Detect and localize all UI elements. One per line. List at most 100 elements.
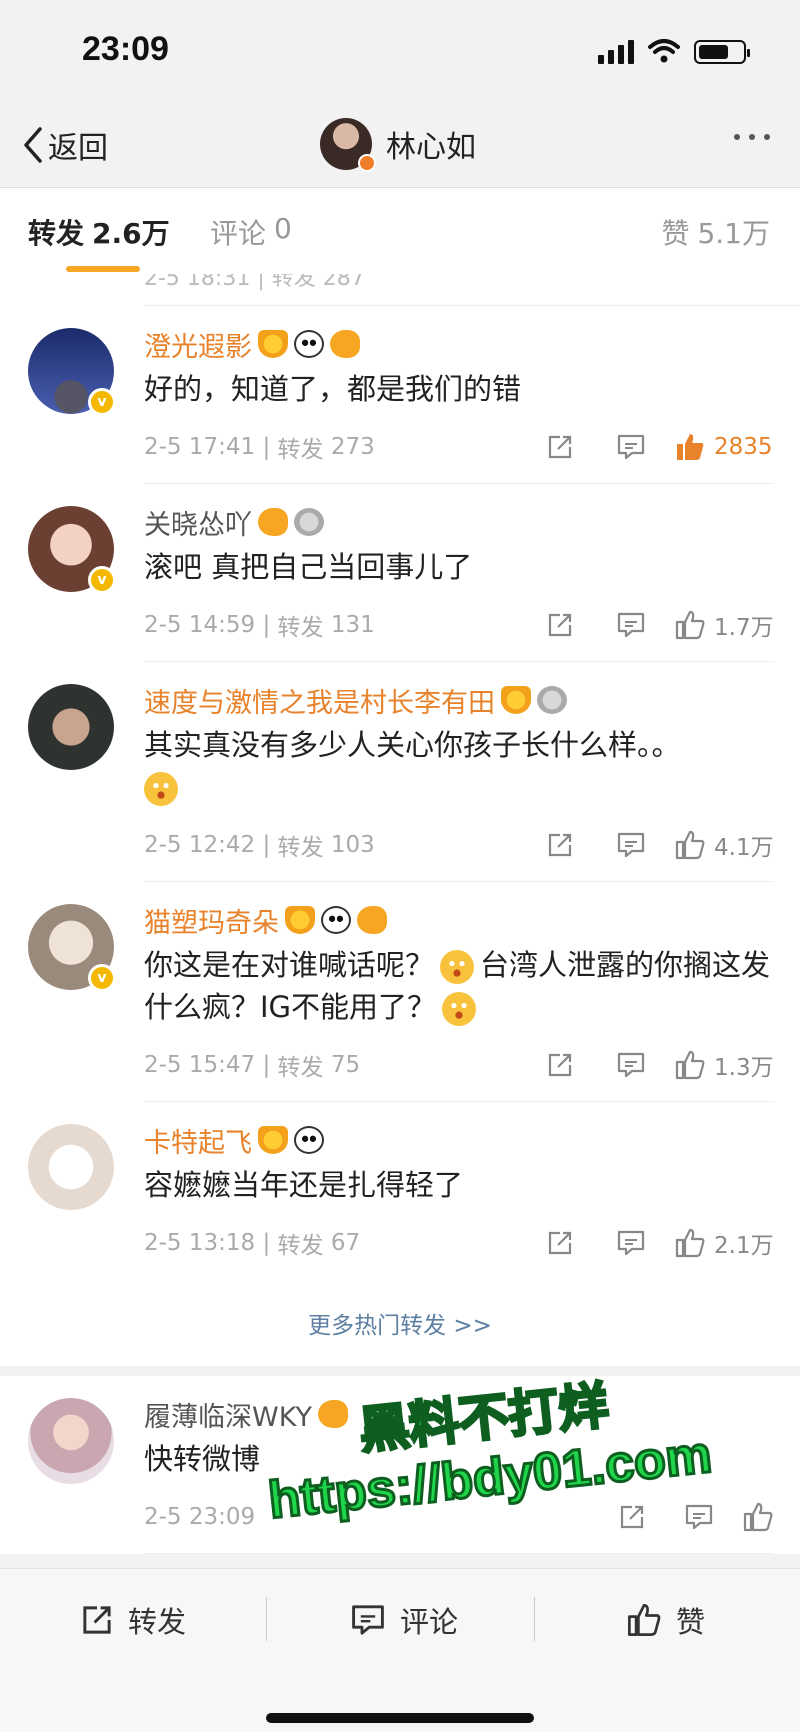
repost-label: 转发 [277,834,324,861]
avatar[interactable]: v [28,904,116,992]
like-button[interactable] [742,1502,774,1532]
user-name[interactable]: 卡特起飞 [144,1121,252,1160]
comment-icon [617,434,645,460]
avatar[interactable] [28,1124,114,1210]
share-button[interactable] [618,1503,646,1531]
comment-button[interactable] [616,433,646,461]
like-count: 2.1万 [714,1233,774,1259]
share-button[interactable] [546,433,574,461]
share-button[interactable] [546,1051,574,1079]
fish-badge-icon [357,906,387,934]
nav-profile[interactable]: 林心如 [320,118,476,172]
avatar[interactable]: v [28,506,116,594]
repost-list: 2-5 18:31 | 转发 287 v 澄光遐影 好的，知道了，都是我们的错 … [0,274,800,1554]
crown-badge-icon [258,1126,288,1154]
tab-comment-label: 评论 [210,217,267,250]
item-time: 2-5 13:18 [144,1230,256,1256]
separator: | [255,611,278,638]
verified-icon: v [88,388,116,416]
medal-badge-icon [537,686,567,714]
user-name[interactable]: 速度与激情之我是村长李有田 [144,681,495,720]
like-button[interactable]: 1.7万 [674,608,774,642]
comment-button[interactable] [616,1051,646,1079]
more-options-icon[interactable] [734,134,770,140]
like-button[interactable]: 2835 [674,432,774,462]
panda-badge-icon [294,330,324,358]
share-button[interactable] [546,611,574,639]
repost-label: 转发 [277,614,324,641]
list-item[interactable]: v 关晓怂吖 滚吧 真把自己当回事儿了 2-5 14:59 | 转发 131 1… [0,484,800,662]
repost-text: 快转微博 [144,1442,261,1476]
avatar[interactable]: v [28,328,116,416]
tab-like-count: 5.1万 [697,217,770,250]
forward-label: 转发 [128,1605,187,1639]
list-item[interactable]: 履薄临深WKY 快转微博 2-5 23:09 [0,1376,800,1554]
avatar[interactable] [28,1398,114,1484]
thumbs-up-icon [628,1604,661,1636]
meta-row: 2-5 14:59 | 转发 131 1.7万 [144,588,774,662]
fish-badge-icon [258,508,288,536]
user-name[interactable]: 履薄临深WKY [144,1395,312,1434]
name-row: 猫塑玛奇朵 [144,882,774,940]
like-count: 1.3万 [714,1055,774,1081]
list-item[interactable]: v 澄光遐影 好的，知道了，都是我们的错 2-5 17:41 | 转发 273 [0,306,800,484]
separator: | [255,831,278,858]
repost-text: 其实真没有多少人关心你孩子长什么样。。 [144,718,774,808]
share-icon [548,435,572,459]
meta-row: 2-5 12:42 | 转发 103 4.1万 [144,808,774,882]
thumbs-up-filled-icon [677,434,704,460]
meta-row: 2-5 13:18 | 转发 67 2.1万 [144,1206,774,1280]
item-time: 2-5 14:59 [144,611,256,638]
like-button[interactable]: 4.1万 [674,828,774,862]
share-button[interactable] [546,831,574,859]
tab-indicator [66,266,140,272]
comment-button[interactable] [616,1229,646,1257]
meta-row: 2-5 17:41 | 转发 273 2835 [144,410,774,484]
user-name[interactable]: 关晓怂吖 [144,503,252,542]
tab-like[interactable]: 赞 5.1万 [661,212,770,252]
user-name[interactable]: 猫塑玛奇朵 [144,901,279,940]
share-icon [548,613,572,637]
comment-button[interactable]: 评论 [350,1599,458,1641]
status-bar: 23:09 [0,0,800,104]
avatar[interactable] [28,684,114,770]
tab-comment[interactable]: 评论 0 [210,212,292,252]
comment-button[interactable] [616,831,646,859]
like-label: 赞 [676,1605,706,1639]
share-icon [620,1505,644,1529]
thumbs-up-icon [675,610,705,640]
comment-button[interactable] [684,1503,714,1531]
meta-row: 2-5 23:09 [144,1480,774,1554]
like-button[interactable]: 赞 [626,1599,705,1641]
like-count: 4.1万 [714,835,774,861]
back-label: 返回 [48,131,108,166]
tab-comment-count: 0 [274,212,292,245]
tab-like-label: 赞 [661,217,690,250]
item-time: 2-5 17:41 [144,433,256,460]
forward-button[interactable]: 转发 [80,1599,186,1641]
repost-count: 131 [330,611,375,638]
divider [266,1597,267,1641]
item-time: 2-5 15:47 [144,1051,256,1078]
surprised-emoji-icon [440,950,475,984]
thumbs-up-icon [675,830,705,860]
repost-count: 67 [330,1230,361,1256]
list-item[interactable]: 速度与激情之我是村长李有田 其实真没有多少人关心你孩子长什么样。。 2-5 12… [0,662,800,882]
avatar[interactable] [320,118,376,172]
like-button[interactable]: 2.1万 [674,1226,774,1260]
wifi-icon [648,39,680,63]
share-button[interactable] [546,1229,574,1257]
back-button[interactable]: 返回 [22,122,108,168]
medal-badge-icon [294,508,324,536]
tab-forward[interactable]: 转发 2.6万 [28,212,170,252]
user-name[interactable]: 澄光遐影 [144,325,252,364]
list-item[interactable]: v 猫塑玛奇朵 你这是在对谁喊话呢？ 台湾人泄露的你搁这发什么疯？IG不能用了？ … [0,882,800,1102]
list-item[interactable]: 卡特起飞 容嬷嬷当年还是扎得轻了 2-5 13:18 | 转发 67 2.1万 [0,1102,800,1280]
like-button[interactable]: 1.3万 [674,1048,774,1082]
comment-button[interactable] [616,611,646,639]
more-hot-reposts-link[interactable]: 更多热门转发 >> [0,1280,800,1376]
